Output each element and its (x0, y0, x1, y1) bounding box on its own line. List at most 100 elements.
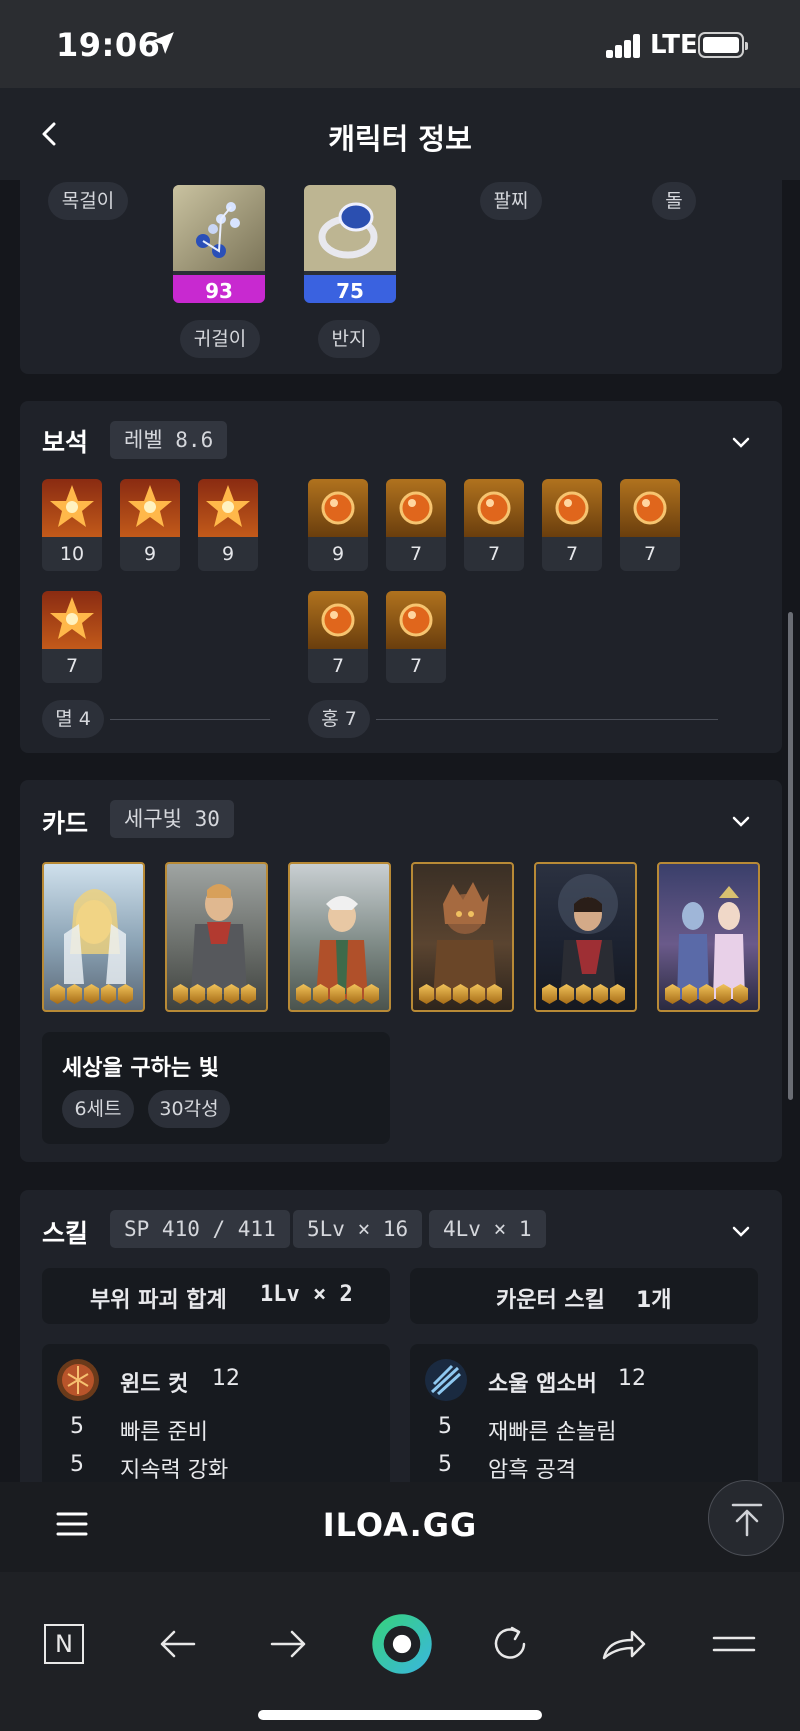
bracelet-slot-label: 팔찌 (480, 182, 542, 220)
forward-arrow-icon[interactable] (260, 1616, 316, 1672)
gem-level: 9 (221, 543, 235, 565)
gem-level: 7 (331, 655, 345, 677)
skills-sp-tag: SP 410 / 411 (110, 1210, 290, 1248)
site-logo[interactable]: ILOA.GG (0, 1506, 800, 1544)
counter-label: 카운터 스킬 (496, 1288, 605, 1313)
ring-icon (304, 185, 396, 271)
gems-right-summary: 홍 7 (308, 700, 370, 738)
gem-level: 9 (331, 543, 345, 565)
skills-lv4-tag: 4Lv × 1 (429, 1210, 546, 1248)
gem-slot[interactable]: 10 (42, 479, 102, 571)
card-set-box: 세상을 구하는 빛 6세트 30각성 (42, 1032, 390, 1144)
gem-slot[interactable]: 7 (308, 591, 368, 683)
ring-slot-label: 반지 (318, 320, 380, 358)
skill-level: 12 (212, 1366, 240, 1391)
card-slot-5[interactable] (534, 862, 637, 1012)
gem-slot[interactable]: 7 (386, 479, 446, 571)
refresh-icon[interactable] (482, 1616, 538, 1672)
home-circle-icon[interactable] (370, 1612, 434, 1676)
scrollbar[interactable] (788, 612, 793, 1100)
site-footer: ILOA.GG (0, 1480, 800, 1572)
back-arrow-icon[interactable] (150, 1616, 206, 1672)
status-bar: 19:06 LTE (0, 0, 800, 88)
gem-slot[interactable]: 7 (542, 479, 602, 571)
ring-quality: 75 (304, 275, 396, 303)
divider (110, 719, 270, 720)
card-awakening-stars (50, 984, 133, 1004)
destruction-value: 1Lv × 2 (260, 1282, 353, 1307)
skills-card: 스킬 SP 410 / 411 5Lv × 16 4Lv × 1 부위 파괴 합… (20, 1190, 782, 1484)
counter-value: 1개 (636, 1288, 672, 1313)
tripod-level: 5 (438, 1414, 452, 1439)
earring-quality: 93 (173, 275, 265, 303)
gem-slot[interactable]: 7 (620, 479, 680, 571)
gem-level: 10 (59, 543, 85, 565)
gem-slot[interactable]: 7 (42, 591, 102, 683)
browser-toolbar: N (0, 1572, 800, 1731)
browser-menu-icon[interactable] (706, 1616, 762, 1672)
card-awakening: 30각성 (148, 1090, 230, 1128)
chevron-down-icon[interactable] (730, 431, 752, 453)
card-awakening-stars (173, 984, 256, 1004)
cards-set-tag: 세구빛 30 (110, 800, 234, 838)
gem-level: 7 (409, 543, 423, 565)
gems-left-summary: 멸 4 (42, 700, 104, 738)
divider (376, 719, 718, 720)
gem-slot[interactable]: 7 (386, 591, 446, 683)
card-slot-2[interactable] (165, 862, 268, 1012)
earring-item[interactable]: 93 (173, 185, 265, 303)
tripod-level: 5 (70, 1414, 84, 1439)
skill-name: 소울 앱소버 (488, 1372, 597, 1397)
annihilation-gem-icon (198, 479, 258, 537)
crimson-gem-icon (542, 479, 602, 537)
gem-slot[interactable]: 7 (464, 479, 524, 571)
home-indicator (258, 1710, 542, 1720)
gems-title: 보석 (42, 428, 89, 457)
tripod-name: 재빠른 손놀림 (488, 1420, 617, 1445)
skills-title: 스킬 (42, 1219, 89, 1248)
card-awakening-stars (665, 984, 748, 1004)
signal-icon (606, 34, 642, 58)
annihilation-gem-icon (120, 479, 180, 537)
gem-slot[interactable]: 9 (198, 479, 258, 571)
chevron-down-icon[interactable] (730, 810, 752, 832)
skill-name: 윈드 컷 (120, 1372, 189, 1397)
accessories-card: 목걸이 팔찌 돌 93 75 귀걸이 반지 (20, 180, 782, 374)
gem-slot[interactable]: 9 (120, 479, 180, 571)
crimson-gem-icon (620, 479, 680, 537)
gems-card: 보석 레벨 8.6 10 9 9 7 9 7 7 7 7 7 7 멸 4 홍 7 (20, 401, 782, 753)
crimson-gem-icon (308, 479, 368, 537)
earring-icon (173, 185, 265, 271)
share-icon[interactable] (594, 1616, 650, 1672)
arrow-up-icon (731, 1503, 763, 1537)
card-awakening-stars (419, 984, 502, 1004)
gem-level: 7 (65, 655, 79, 677)
battery-icon (698, 32, 748, 58)
network-label: LTE (650, 30, 698, 60)
tripod-level: 5 (438, 1452, 452, 1477)
naver-button[interactable]: N (36, 1616, 92, 1672)
annihilation-gem-icon (42, 591, 102, 649)
crimson-gem-icon (464, 479, 524, 537)
scroll-top-button[interactable] (708, 1480, 784, 1556)
card-slot-6[interactable] (657, 862, 760, 1012)
gem-level: 7 (643, 543, 657, 565)
card-slot-3[interactable] (288, 862, 391, 1012)
gem-level: 7 (565, 543, 579, 565)
skill-card-left[interactable]: 윈드 컷 12 5 빠른 준비 5 지속력 강화 (42, 1344, 390, 1484)
chevron-down-icon[interactable] (730, 1220, 752, 1242)
ring-item[interactable]: 75 (304, 185, 396, 303)
crimson-gem-icon (386, 479, 446, 537)
card-set-name: 세상을 구하는 빛 (62, 1056, 219, 1081)
tripod-name: 지속력 강화 (120, 1458, 229, 1483)
card-set-count: 6세트 (62, 1090, 134, 1128)
annihilation-gem-icon (42, 479, 102, 537)
stone-slot-label: 돌 (652, 182, 696, 220)
tripod-name: 암흑 공격 (488, 1458, 576, 1483)
skill-level: 12 (618, 1366, 646, 1391)
page-title: 캐릭터 정보 (328, 122, 472, 156)
card-slot-4[interactable] (411, 862, 514, 1012)
card-slot-1[interactable] (42, 862, 145, 1012)
gem-slot[interactable]: 9 (308, 479, 368, 571)
skill-card-right[interactable]: 소울 앱소버 12 5 재빠른 손놀림 5 암흑 공격 (410, 1344, 758, 1484)
